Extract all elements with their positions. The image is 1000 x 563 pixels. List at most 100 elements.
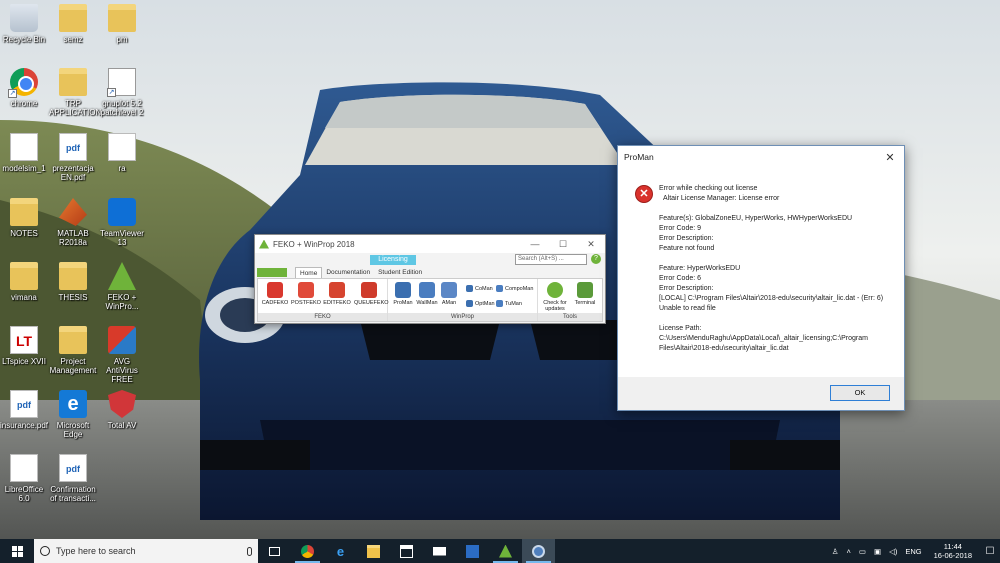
terminal-button[interactable]: Terminal [570, 280, 600, 306]
help-icon[interactable]: ? [591, 254, 601, 264]
desktop-icon-total-av[interactable]: Total AV [98, 390, 146, 430]
recycle-bin-icon [10, 4, 38, 32]
minimize-icon[interactable]: — [521, 239, 549, 250]
tab-student-edition[interactable]: Student Edition [374, 267, 426, 278]
battery-icon[interactable]: ▭ [859, 547, 866, 556]
desktop-icon-label: Microsoft Edge [56, 421, 90, 439]
tuman-button[interactable]: TuMan [496, 300, 522, 307]
desktop-icon-label: MATLAB R2018a [57, 229, 89, 247]
aman-button[interactable]: AMan [434, 280, 464, 306]
chevron-up-icon[interactable]: ˄ [847, 547, 851, 556]
feko-search-input[interactable]: Search (Alt+S) ... [515, 254, 587, 265]
desktop-icon-modelsim[interactable]: modelsim_1 [0, 133, 48, 173]
desktop-icon-insurance[interactable]: pdf insurance.pdf [0, 390, 48, 430]
taskbar: Type here to search e ♙ ˄ ▭ ▣ ◁) ENG 11:… [0, 539, 1000, 563]
desktop-icon-label: NOTES [10, 229, 38, 238]
microphone-icon[interactable] [247, 546, 252, 556]
shortcut-arrow-icon: ↗ [107, 88, 116, 97]
desktop-icon-recycle-bin[interactable]: Recycle Bin [0, 4, 48, 44]
desktop-icon-label: TRP APPLICATION [49, 99, 102, 117]
desktop-icon-trp-application[interactable]: TRP APPLICATION [49, 68, 102, 117]
compoman-icon [496, 285, 503, 292]
taskbar-file-explorer[interactable] [357, 539, 390, 563]
ribbon-group-label: Tools [538, 313, 602, 321]
taskbar-mail[interactable] [423, 539, 456, 563]
desktop-icon-libreoffice[interactable]: LibreOffice 6.0 [0, 454, 48, 503]
system-tray: ♙ ˄ ▭ ▣ ◁) ENG 11:44 16-06-2018 ☐ [828, 539, 1000, 563]
desktop-icon-edge[interactable]: e Microsoft Edge [49, 390, 97, 439]
notification-icon[interactable]: ☐ [980, 546, 1000, 557]
cadfeko-button[interactable]: CADFEKO [260, 280, 290, 306]
clock[interactable]: 11:44 16-06-2018 [934, 542, 972, 560]
taskbar-feko[interactable] [489, 539, 522, 563]
close-icon[interactable]: ✕ [876, 151, 904, 164]
volume-icon[interactable]: ◁) [889, 547, 897, 556]
feko-logo-icon [259, 239, 269, 249]
desktop-icon-matlab[interactable]: MATLAB R2018a [49, 198, 97, 247]
desktop-icon-vimana[interactable]: vimana [0, 262, 48, 302]
optman-icon [466, 300, 473, 307]
message-line: [LOCAL] C:\Program Files\Altair\2018-edu… [659, 295, 884, 312]
tab-documentation[interactable]: Documentation [322, 267, 374, 278]
desktop-icon-label: Confirmation of transacti... [50, 485, 96, 503]
task-view-button[interactable] [258, 539, 291, 563]
check-for-updates-button[interactable]: Check for updates [540, 280, 570, 312]
people-icon[interactable]: ♙ [832, 547, 839, 556]
desktop-icon-feko[interactable]: FEKO + WinPro... [98, 262, 146, 311]
start-button[interactable] [0, 539, 34, 563]
desktop-icon-prezentacja[interactable]: pdf prezentacja EN.pdf [49, 133, 97, 182]
desktop-icon-label: gnuplot 5.2 patchlevel 2 [100, 99, 144, 117]
language-indicator[interactable]: ENG [905, 547, 921, 556]
desktop-icon-ra[interactable]: ra [98, 133, 146, 173]
desktop-icon-teamviewer[interactable]: TeamViewer 13 [98, 198, 146, 247]
desktop-icon-semz[interactable]: semz [49, 4, 97, 44]
proman-icon [395, 282, 411, 298]
desktop-icon-label: Project Management [49, 357, 97, 375]
tuman-icon [496, 300, 503, 307]
editfeko-label: EDITFEKO [323, 300, 351, 306]
message-line: Error Description: [659, 235, 714, 242]
queuefeko-button[interactable]: QUEUEFEKO [354, 280, 389, 306]
desktop-icon-avg[interactable]: AVG AntiVirus FREE [98, 326, 146, 384]
desktop-icon-pm[interactable]: pm [98, 4, 146, 44]
postfeko-button[interactable]: POSTFEKO [291, 280, 321, 306]
maximize-icon[interactable]: ☐ [549, 239, 577, 250]
folder-icon [367, 544, 380, 558]
taskbar-chrome[interactable] [291, 539, 324, 563]
aman-icon [441, 282, 457, 298]
message-line: Altair License Manager: License error [663, 195, 780, 202]
update-icon [547, 282, 563, 298]
edge-icon: e [59, 390, 87, 418]
taskbar-search-box[interactable]: Type here to search [34, 539, 258, 563]
desktop-icon-gnuplot[interactable]: ↗ gnuplot 5.2 patchlevel 2 [98, 68, 146, 117]
folder-icon [59, 326, 87, 354]
taskbar-proman[interactable] [522, 539, 555, 563]
desktop-icon-chrome[interactable]: ↗ chrome [0, 68, 48, 108]
desktop-icon-notes[interactable]: NOTES [0, 198, 48, 238]
taskbar-store[interactable] [390, 539, 423, 563]
feko-title-bar[interactable]: FEKO + WinProp 2018 — ☐ ✕ [255, 235, 605, 253]
desktop-icon-label: vimana [11, 293, 37, 302]
taskbar-edge[interactable]: e [324, 539, 357, 563]
message-line: Error while checking out license [659, 185, 758, 192]
desktop-icon-ltspice[interactable]: LT LTspice XVII [0, 326, 48, 366]
ok-button[interactable]: OK [830, 385, 890, 401]
close-icon[interactable]: ✕ [577, 239, 605, 250]
file-menu-button[interactable] [257, 268, 287, 277]
coman-label: CoMan [475, 285, 493, 292]
dialog-title: ProMan [624, 152, 654, 162]
desktop-icon-thesis[interactable]: THESIS [49, 262, 97, 302]
editfeko-button[interactable]: EDITFEKO [322, 280, 352, 306]
coman-button[interactable]: CoMan [466, 285, 493, 292]
dialog-title-bar[interactable]: ProMan ✕ [618, 146, 904, 168]
network-icon[interactable]: ▣ [874, 547, 881, 556]
desktop-icon-project-management[interactable]: Project Management [49, 326, 97, 375]
licensing-context-tab[interactable]: Licensing [370, 255, 416, 265]
tab-home[interactable]: Home [295, 267, 323, 278]
optman-button[interactable]: OptMan [466, 300, 495, 307]
taskbar-office[interactable] [456, 539, 489, 563]
feko-launcher-window: FEKO + WinProp 2018 — ☐ ✕ Licensing Sear… [254, 234, 606, 324]
desktop-icon-label: Recycle Bin [2, 35, 46, 44]
compoman-button[interactable]: CompoMan [496, 285, 533, 292]
desktop-icon-confirmation[interactable]: pdf Confirmation of transacti... [49, 454, 97, 503]
